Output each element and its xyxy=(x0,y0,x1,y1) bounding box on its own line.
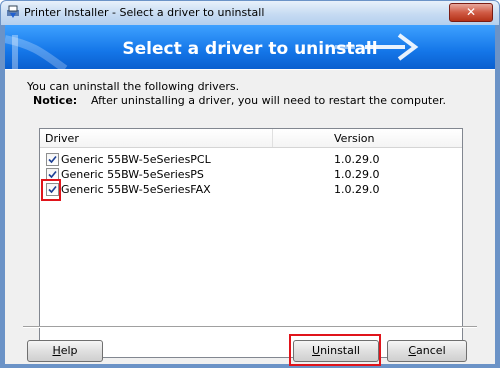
driver-row[interactable]: Generic 55BW-5eSeriesPS 1.0.29.0 xyxy=(40,167,462,182)
cancel-label: ancel xyxy=(416,344,446,357)
header-banner: Select a driver to uninstall xyxy=(5,25,495,69)
cancel-button[interactable]: Cancel xyxy=(387,340,467,362)
driver-row[interactable]: Generic 55BW-5eSeriesFAX 1.0.29.0 xyxy=(40,182,462,197)
help-mnemonic: H xyxy=(52,344,61,357)
help-label: elp xyxy=(60,344,78,357)
driver-version: 1.0.29.0 xyxy=(334,183,380,196)
driver-version: 1.0.29.0 xyxy=(334,153,380,166)
column-header-version[interactable]: Version xyxy=(334,132,374,145)
banner-heading: Select a driver to uninstall xyxy=(122,39,378,59)
driver-name: Generic 55BW-5eSeriesPS xyxy=(61,168,204,181)
driver-name: Generic 55BW-5eSeriesFAX xyxy=(61,183,211,196)
driver-name: Generic 55BW-5eSeriesPCL xyxy=(61,153,211,166)
installer-window: Printer Installer - Select a driver to u… xyxy=(0,0,500,368)
driver-version: 1.0.29.0 xyxy=(334,168,380,181)
close-icon: ✕ xyxy=(465,5,477,19)
notice-label: Notice: xyxy=(33,94,78,107)
uninstall-highlight xyxy=(289,334,381,366)
checkbox-highlight xyxy=(41,179,61,201)
intro-text: You can uninstall the following drivers. xyxy=(27,80,240,93)
driver-row[interactable]: Generic 55BW-5eSeriesPCL 1.0.29.0 xyxy=(40,152,462,167)
column-header-driver[interactable]: Driver xyxy=(45,132,79,145)
checkmark-icon xyxy=(48,155,57,164)
notice-text: After uninstalling a driver, you will ne… xyxy=(91,94,447,107)
button-divider xyxy=(23,326,477,328)
help-button[interactable]: Help xyxy=(27,340,103,362)
cancel-mnemonic: C xyxy=(408,344,417,357)
driver-checkbox[interactable] xyxy=(46,153,59,166)
driver-list[interactable]: Driver Version Generic 55BW-5eSeriesPCL … xyxy=(39,128,463,358)
checkmark-icon xyxy=(48,170,57,179)
list-header: Driver Version xyxy=(40,129,462,148)
title-bar[interactable]: Printer Installer - Select a driver to u… xyxy=(1,1,499,25)
window-title: Printer Installer - Select a driver to u… xyxy=(24,6,265,19)
close-button[interactable]: ✕ xyxy=(449,3,493,22)
column-separator[interactable] xyxy=(272,129,273,147)
printer-installer-icon xyxy=(7,5,19,18)
dialog-content: You can uninstall the following drivers.… xyxy=(5,69,495,366)
